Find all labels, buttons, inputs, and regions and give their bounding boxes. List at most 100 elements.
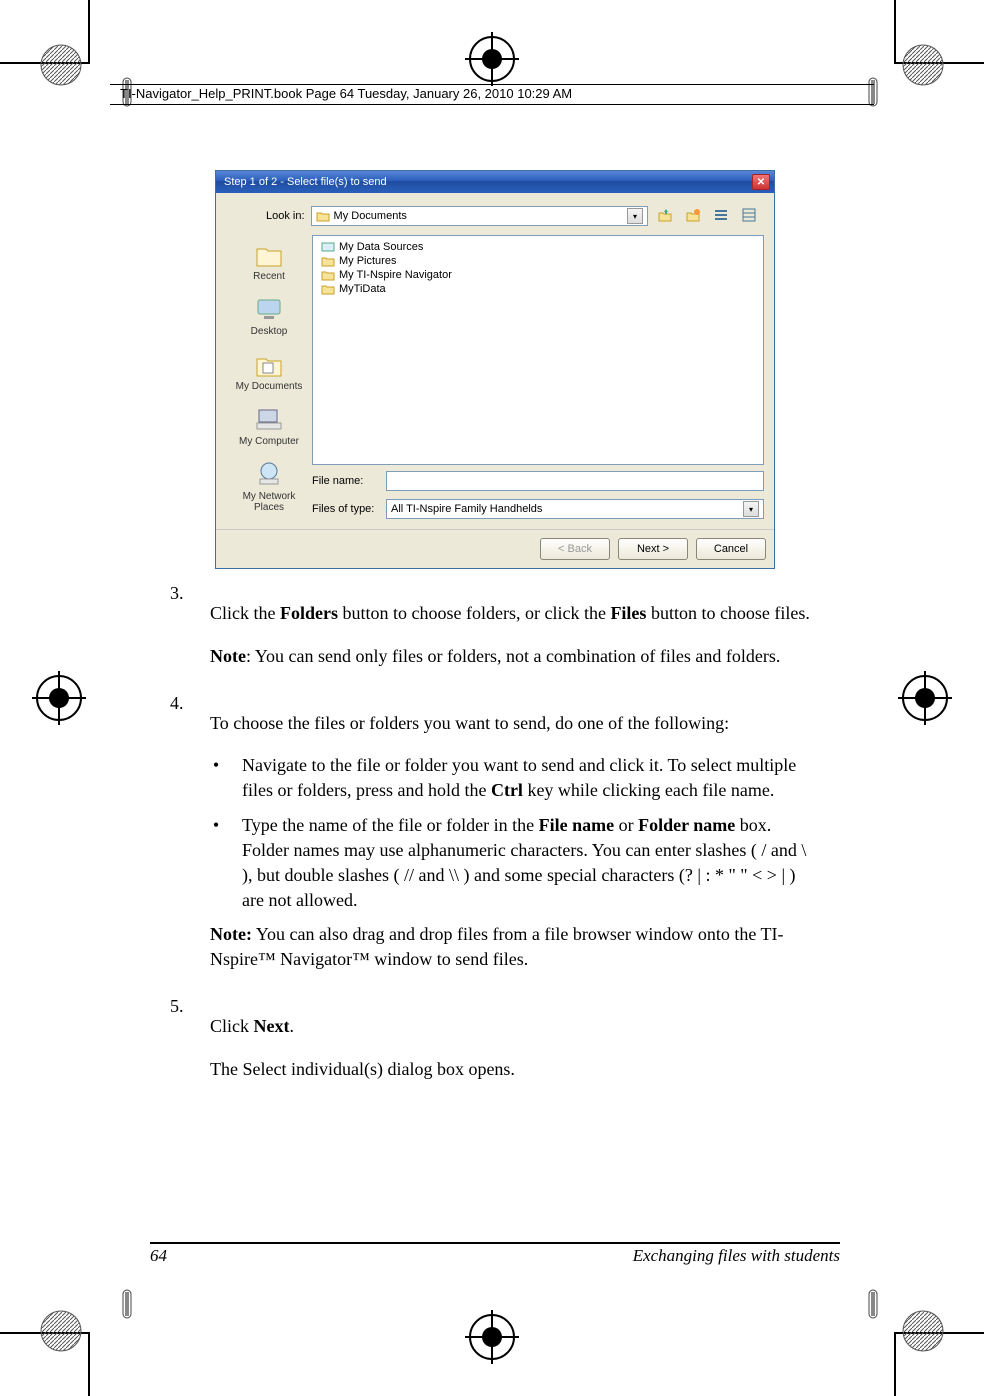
crop-mark xyxy=(88,1332,90,1396)
text: Click the xyxy=(210,603,280,623)
corner-hatch-icon xyxy=(38,1308,84,1354)
step-4: 4. To choose the files or folders you wa… xyxy=(170,693,820,982)
step-body: To choose the files or folders you want … xyxy=(210,693,820,982)
view-details-icon xyxy=(741,207,757,226)
filetype-combo[interactable]: All TI-Nspire Family Handhelds ▾ xyxy=(386,499,764,519)
dialog-titlebar: Step 1 of 2 - Select file(s) to send ✕ xyxy=(216,171,774,193)
places-label: My Computer xyxy=(226,436,312,447)
filetype-label: Files of type: xyxy=(312,503,378,515)
close-button[interactable]: ✕ xyxy=(752,174,770,190)
file-label: My Data Sources xyxy=(339,241,423,253)
crop-mark xyxy=(894,0,896,64)
text: : You can send only files or folders, no… xyxy=(246,646,780,666)
file-label: My Pictures xyxy=(339,255,396,267)
bullet-item: • Navigate to the file or folder you wan… xyxy=(210,753,820,803)
dialog-main: Recent Desktop My Documents My Comp xyxy=(226,235,764,521)
registration-mark-icon xyxy=(465,1310,519,1364)
up-one-level-button[interactable] xyxy=(654,205,676,227)
text: button to choose files. xyxy=(646,603,809,623)
bullet-body: Navigate to the file or folder you want … xyxy=(242,753,820,803)
view-details-button[interactable] xyxy=(738,205,760,227)
text: The Select individual(s) dialog box open… xyxy=(210,1057,820,1082)
new-folder-icon xyxy=(685,207,701,226)
text: key while clicking each file name. xyxy=(523,780,774,800)
folder-icon xyxy=(321,255,335,267)
recent-icon xyxy=(252,239,286,269)
content: Step 1 of 2 - Select file(s) to send ✕ L… xyxy=(170,140,820,1106)
cancel-button[interactable]: Cancel xyxy=(696,538,766,560)
text: You can also drag and drop files from a … xyxy=(210,924,784,969)
spiral-icon xyxy=(105,1284,133,1324)
step-number: 4. xyxy=(170,693,192,982)
bold-text: Note xyxy=(210,646,246,666)
list-item[interactable]: My Data Sources xyxy=(321,240,755,254)
mynetwork-icon xyxy=(252,459,286,489)
folder-icon xyxy=(321,283,335,295)
text: Type the name of the file or folder in t… xyxy=(242,815,539,835)
filename-input[interactable] xyxy=(386,471,764,491)
new-folder-button[interactable] xyxy=(682,205,704,227)
spiral-icon xyxy=(851,1284,879,1324)
lookin-combo[interactable]: My Documents ▾ xyxy=(311,206,648,226)
mycomputer-icon xyxy=(252,404,286,434)
places-mycomputer[interactable]: My Computer xyxy=(226,400,312,455)
places-label: My Network xyxy=(226,491,312,502)
step-5: 5. Click Next. The Select individual(s) … xyxy=(170,996,820,1100)
places-label: Places xyxy=(226,502,312,513)
registration-mark-icon xyxy=(32,671,86,725)
crop-mark xyxy=(894,1332,896,1396)
list-item[interactable]: My Pictures xyxy=(321,254,755,268)
back-button[interactable]: < Back xyxy=(540,538,610,560)
bullet-list: • Navigate to the file or folder you wan… xyxy=(210,753,820,912)
bullet-body: Type the name of the file or folder in t… xyxy=(242,813,820,912)
dialog-footer: < Back Next > Cancel xyxy=(216,529,774,568)
desktop-icon xyxy=(252,294,286,324)
folder-icon xyxy=(316,210,330,222)
step-3: 3. Click the Folders button to choose fo… xyxy=(170,583,820,679)
places-mydocs[interactable]: My Documents xyxy=(226,345,312,400)
text: button to choose folders, or click the xyxy=(338,603,610,623)
footer-title: Exchanging files with students xyxy=(633,1246,840,1266)
header-rule xyxy=(110,104,874,105)
places-mynetwork[interactable]: My Network Places xyxy=(226,455,312,521)
view-list-icon xyxy=(713,207,729,226)
mydocs-icon xyxy=(252,349,286,379)
bold-text: Files xyxy=(610,603,646,623)
running-header: TI-Navigator_Help_PRINT.book Page 64 Tue… xyxy=(120,86,572,101)
filename-label: File name: xyxy=(312,475,378,487)
bold-text: Folders xyxy=(280,603,338,623)
folder-up-icon xyxy=(657,207,673,226)
list-item[interactable]: My TI-Nspire Navigator xyxy=(321,268,755,282)
file-list[interactable]: My Data Sources My Pictures My TI-Nspire… xyxy=(312,235,764,465)
bold-text: Folder name xyxy=(638,815,735,835)
dialog-body: Look in: My Documents ▾ xyxy=(216,193,774,529)
places-bar: Recent Desktop My Documents My Comp xyxy=(226,235,312,521)
places-desktop[interactable]: Desktop xyxy=(226,290,312,345)
steps-list: 3. Click the Folders button to choose fo… xyxy=(170,583,820,1100)
corner-hatch-icon xyxy=(900,42,946,88)
chevron-down-icon: ▾ xyxy=(743,501,759,517)
text: . xyxy=(289,1016,294,1036)
text: Click xyxy=(210,1016,254,1036)
list-item[interactable]: MyTiData xyxy=(321,282,755,296)
bullet-icon: • xyxy=(210,813,222,912)
registration-mark-icon xyxy=(898,671,952,725)
text: To choose the files or folders you want … xyxy=(210,711,820,736)
lookin-row: Look in: My Documents ▾ xyxy=(226,201,764,235)
bullet-item: • Type the name of the file or folder in… xyxy=(210,813,820,912)
bold-text: Next xyxy=(254,1016,290,1036)
step-number: 3. xyxy=(170,583,192,679)
view-menu-button[interactable] xyxy=(710,205,732,227)
file-label: MyTiData xyxy=(339,283,386,295)
page: TI-Navigator_Help_PRINT.book Page 64 Tue… xyxy=(0,0,984,1396)
page-footer: 64 Exchanging files with students xyxy=(150,1242,840,1266)
next-button[interactable]: Next > xyxy=(618,538,688,560)
text: or xyxy=(614,815,638,835)
step-body: Click Next. The Select individual(s) dia… xyxy=(210,996,820,1100)
bold-text: Note: xyxy=(210,924,252,944)
places-label: My Documents xyxy=(226,381,312,392)
places-recent[interactable]: Recent xyxy=(226,235,312,290)
corner-hatch-icon xyxy=(900,1308,946,1354)
spiral-icon xyxy=(851,72,879,112)
filename-row: File name: xyxy=(312,465,764,493)
